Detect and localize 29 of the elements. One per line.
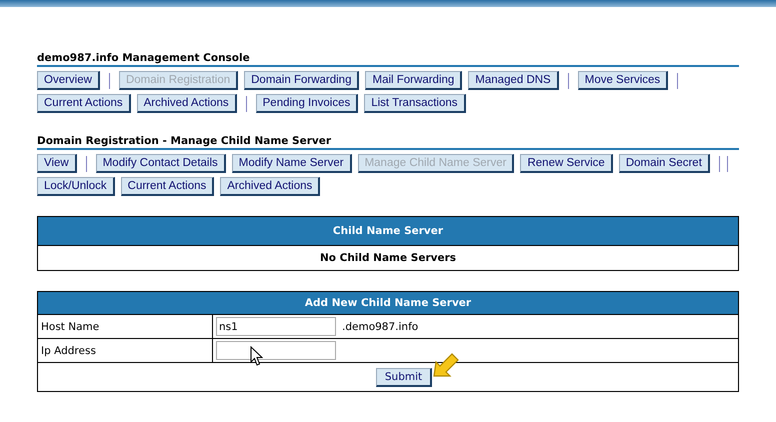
domain-suffix: .demo987.info	[342, 320, 418, 332]
nav-button[interactable]: Current Actions	[37, 94, 131, 113]
nav-button[interactable]: Overview	[37, 71, 100, 90]
nav-button[interactable]: Mail Forwarding	[365, 71, 462, 90]
empty-message: No Child Name Servers	[38, 246, 738, 270]
submit-button[interactable]: Submit	[376, 368, 432, 386]
nav-button[interactable]: Move Services	[578, 71, 668, 90]
nav-button[interactable]: Renew Service	[520, 154, 613, 173]
field-label: Ip Address	[41, 344, 96, 356]
table-header: Add New Child Name Server	[38, 292, 738, 314]
input-field[interactable]	[216, 341, 336, 360]
nav-button[interactable]: List Transactions	[364, 94, 466, 113]
nav-button[interactable]: View	[37, 154, 77, 173]
section-title: Domain Registration - Manage Child Name Server	[37, 135, 739, 150]
nav-button[interactable]: Current Actions	[120, 177, 214, 196]
field-label: Host Name	[41, 320, 100, 332]
nav-button[interactable]: Archived Actions	[220, 177, 320, 196]
section-title: demo987.info Management Console	[37, 52, 739, 67]
table-header: Child Name Server	[38, 216, 738, 246]
nav-button[interactable]: Modify Name Server	[232, 154, 352, 173]
input-field[interactable]: ns1	[216, 317, 336, 336]
nav-button[interactable]: Pending Invoices	[256, 94, 358, 113]
nav-button[interactable]: Lock/Unlock	[37, 177, 115, 196]
nav-button[interactable]: Domain Forwarding	[244, 71, 360, 90]
nav-button[interactable]: Managed DNS	[468, 71, 559, 90]
nav-button[interactable]: Archived Actions	[136, 94, 237, 113]
nav-button[interactable]: Modify Contact Details	[96, 154, 226, 173]
nav-button[interactable]: Domain Secret	[618, 154, 710, 173]
pointer-arrow-icon	[432, 352, 460, 378]
